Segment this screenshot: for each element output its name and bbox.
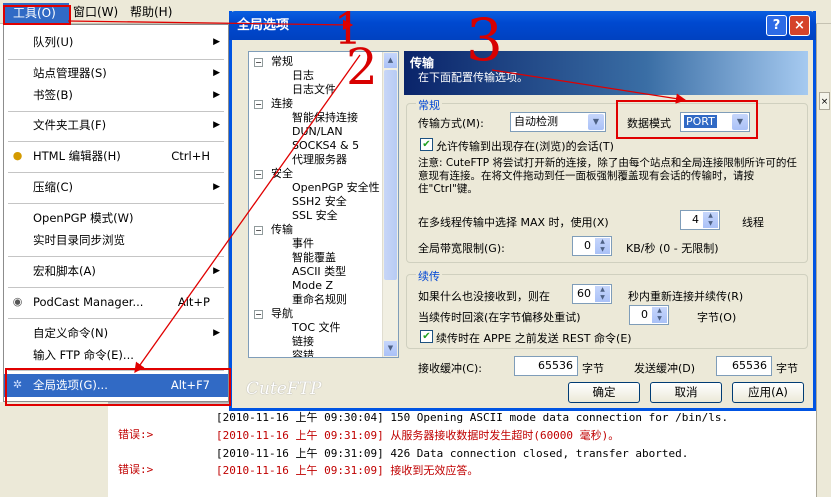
- arrow-2: [134, 54, 361, 374]
- arrow-1: [67, 19, 354, 31]
- annotation-arrows: [67, 19, 687, 374]
- arrow-3: [491, 69, 687, 104]
